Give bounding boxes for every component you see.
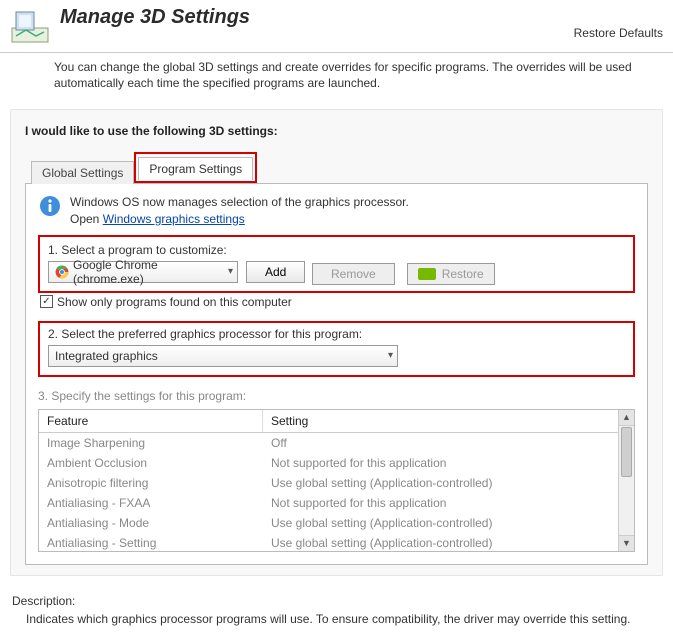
table-body: Image SharpeningOff Ambient OcclusionNot… (39, 433, 634, 551)
scrollbar[interactable]: ▲ ▼ (618, 410, 634, 551)
table-header: Feature Setting (39, 410, 634, 433)
info-line1: Windows OS now manages selection of the … (70, 195, 409, 209)
step1-label: 1. Select a program to customize: (48, 243, 625, 257)
scroll-up-icon[interactable]: ▲ (619, 410, 634, 426)
chevron-down-icon: ▾ (228, 266, 233, 277)
table-row[interactable]: Antialiasing - SettingUse global setting… (39, 533, 634, 551)
table-row[interactable]: Image SharpeningOff (39, 433, 634, 453)
panel-heading: I would like to use the following 3D set… (25, 124, 648, 138)
settings-panel: I would like to use the following 3D set… (10, 109, 663, 575)
restore-button-label: Restore (442, 267, 484, 281)
info-text: Windows OS now manages selection of the … (70, 194, 409, 226)
info-icon (38, 194, 62, 221)
description-text: Indicates which graphics processor progr… (12, 612, 661, 626)
scroll-thumb[interactable] (621, 427, 632, 477)
header-divider (0, 52, 673, 53)
col-setting[interactable]: Setting (263, 410, 634, 432)
restore-button[interactable]: Restore (407, 263, 495, 285)
table-row[interactable]: Anisotropic filteringUse global setting … (39, 473, 634, 493)
show-only-row: ✓ Show only programs found on this compu… (40, 295, 635, 309)
gpu-select-value: Integrated graphics (55, 349, 158, 363)
step2-box: 2. Select the preferred graphics process… (38, 321, 635, 377)
nvidia-logo-icon (418, 268, 436, 280)
table-row[interactable]: Ambient OcclusionNot supported for this … (39, 453, 634, 473)
tab-body: Windows OS now manages selection of the … (25, 183, 648, 564)
page-title: Manage 3D Settings (60, 6, 250, 29)
show-only-checkbox[interactable]: ✓ (40, 295, 53, 308)
windows-graphics-settings-link[interactable]: Windows graphics settings (103, 212, 245, 226)
program-select-value: Google Chrome (chrome.exe) (73, 258, 228, 286)
show-only-label: Show only programs found on this compute… (57, 295, 292, 309)
info-line2-prefix: Open (70, 212, 103, 226)
chevron-down-icon: ▾ (388, 350, 393, 361)
tab-global-settings[interactable]: Global Settings (31, 161, 134, 184)
tabs: Global Settings Program Settings (31, 152, 648, 183)
step2-label: 2. Select the preferred graphics process… (48, 327, 625, 341)
restore-defaults-link[interactable]: Restore Defaults (574, 26, 663, 40)
settings-table: Feature Setting Image SharpeningOff Ambi… (38, 409, 635, 552)
col-feature[interactable]: Feature (39, 410, 263, 432)
tab-highlight: Program Settings (134, 152, 257, 183)
add-button[interactable]: Add (246, 261, 305, 283)
gpu-select[interactable]: Integrated graphics ▾ (48, 345, 398, 367)
header: Manage 3D Settings Restore Defaults (0, 0, 673, 48)
info-row: Windows OS now manages selection of the … (38, 194, 635, 226)
scroll-down-icon[interactable]: ▼ (619, 535, 634, 551)
table-row[interactable]: Antialiasing - FXAANot supported for thi… (39, 493, 634, 513)
remove-button[interactable]: Remove (312, 263, 395, 285)
description-label: Description: (12, 594, 661, 608)
tab-program-settings[interactable]: Program Settings (138, 157, 253, 180)
intro-text: You can change the global 3D settings an… (0, 59, 673, 91)
table-row[interactable]: Antialiasing - ModeUse global setting (A… (39, 513, 634, 533)
description-block: Description: Indicates which graphics pr… (0, 584, 673, 634)
program-select[interactable]: Google Chrome (chrome.exe) ▾ (48, 261, 238, 283)
app-icon (10, 6, 50, 46)
chrome-icon (55, 265, 69, 279)
step3-label: 3. Specify the settings for this program… (38, 389, 635, 403)
